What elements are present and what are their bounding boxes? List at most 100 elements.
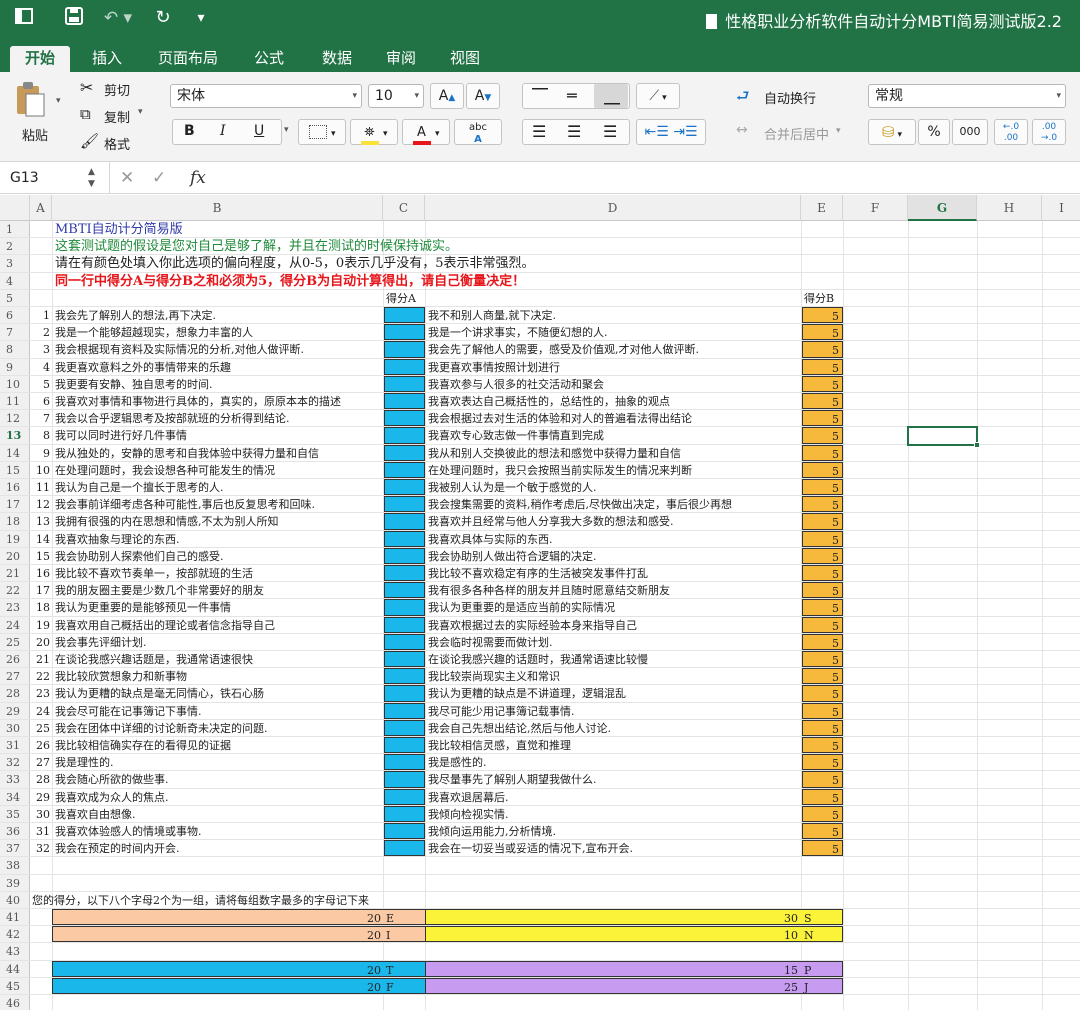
score-a-input[interactable]: [384, 341, 425, 358]
row-header[interactable]: 8: [0, 341, 30, 358]
paste-button[interactable]: 粘贴: [22, 125, 48, 144]
score-a-input[interactable]: [384, 393, 425, 410]
statement-b[interactable]: 我从和别人交换彼此的想法和感觉中获得力量和自信: [428, 445, 800, 461]
align-center-icon[interactable]: ☰: [567, 122, 581, 141]
score-a-input[interactable]: [384, 702, 425, 719]
fill-color-button[interactable]: ⛯ ▾: [350, 119, 398, 145]
result-left-value[interactable]: 20: [52, 977, 384, 994]
statement-a[interactable]: 在谈论我感兴趣话题是，我通常语速很快: [55, 651, 382, 667]
score-b-cell[interactable]: 5: [802, 616, 843, 633]
borders-button[interactable]: ▾: [298, 119, 346, 145]
statement-b[interactable]: 我更喜欢事情按照计划进行: [428, 359, 800, 375]
score-b-cell[interactable]: 5: [802, 823, 843, 840]
statement-b[interactable]: 我认为更糟的缺点是不讲道理，逻辑混乱: [428, 685, 800, 701]
statement-b[interactable]: 我有很多各种各样的朋友并且随时愿意结交新朋友: [428, 582, 800, 598]
row-header[interactable]: 17: [0, 496, 30, 513]
statement-b[interactable]: 我尽可能少用记事簿记载事情.: [428, 703, 800, 719]
row-header[interactable]: 20: [0, 547, 30, 564]
statement-b[interactable]: 我会协助别人做出符合逻辑的决定.: [428, 548, 800, 564]
row-header[interactable]: 25: [0, 633, 30, 650]
row-header[interactable]: 23: [0, 599, 30, 616]
align-right-icon[interactable]: ☰: [603, 122, 617, 141]
statement-a[interactable]: 我喜欢对事情和事物进行具体的，真实的，原原本本的描述: [55, 393, 382, 409]
result-right-letter[interactable]: S: [801, 909, 843, 926]
statement-b[interactable]: 我会临时视需要而做计划.: [428, 634, 800, 650]
score-b-cell[interactable]: 5: [802, 565, 843, 582]
statement-a[interactable]: 我会事前详细考虑各种可能性,事后也反复思考和回味.: [55, 496, 382, 512]
font-color-button[interactable]: A ▾: [402, 119, 450, 145]
score-b-cell[interactable]: 5: [802, 393, 843, 410]
tab-0[interactable]: 开始: [10, 46, 70, 72]
score-a-input[interactable]: [384, 444, 425, 461]
statement-a[interactable]: 我喜欢抽象与理论的东西.: [55, 531, 382, 547]
statement-a[interactable]: 我会在团体中详细的讨论新奇未决定的问题.: [55, 720, 382, 736]
statement-a[interactable]: 我拥有很强的内在思想和情感,不太为别人所知: [55, 513, 382, 529]
score-a-header[interactable]: 得分A: [386, 290, 426, 306]
row-header[interactable]: 29: [0, 702, 30, 719]
statement-a[interactable]: 我会根据现有资料及实际情况的分析,对他人做评断.: [55, 341, 382, 357]
column-header-c[interactable]: C: [383, 195, 425, 221]
tab-2[interactable]: 页面布局: [144, 46, 232, 72]
score-a-input[interactable]: [384, 719, 425, 736]
statement-a[interactable]: 我可以同时进行好几件事情: [55, 427, 382, 443]
font-size-dropdown-icon[interactable]: ▾: [414, 85, 419, 107]
score-b-cell[interactable]: 5: [802, 479, 843, 496]
statement-b[interactable]: 我喜欢根据过去的实际经验本身来指导自己: [428, 617, 800, 633]
cancel-formula-icon[interactable]: ✕: [120, 162, 134, 194]
statement-b[interactable]: 我倾向检视实情.: [428, 806, 800, 822]
number-format-select[interactable]: 常规 ▾: [868, 84, 1066, 108]
score-a-input[interactable]: [384, 496, 425, 513]
row-header[interactable]: 40: [0, 891, 30, 908]
number-format-dropdown-icon[interactable]: ▾: [1056, 85, 1061, 107]
result-right-letter[interactable]: P: [801, 960, 843, 977]
row-header[interactable]: 39: [0, 874, 30, 891]
instruction-sum-rule[interactable]: 同一行中得分A与得分B之和必须为5，得分B为自动计算得出，请自己衡量决定！: [55, 273, 815, 289]
statement-a[interactable]: 我会尽可能在记事簿记下事情.: [55, 703, 382, 719]
score-b-cell[interactable]: 5: [802, 307, 843, 324]
phonetic-button[interactable]: abc A: [454, 119, 502, 145]
statement-b[interactable]: 我比较不喜欢稳定有序的生活被突发事件打乱: [428, 565, 800, 581]
result-left-value[interactable]: 20: [52, 926, 384, 943]
score-b-cell[interactable]: 5: [802, 633, 843, 650]
statement-b[interactable]: 我不和别人商量,就下决定.: [428, 307, 800, 323]
percent-button[interactable]: %: [918, 119, 950, 145]
row-header[interactable]: 10: [0, 375, 30, 392]
score-b-cell[interactable]: 5: [802, 358, 843, 375]
score-b-cell[interactable]: 5: [802, 410, 843, 427]
statement-a[interactable]: 我喜欢成为众人的焦点.: [55, 789, 382, 805]
statement-a[interactable]: 我是理性的.: [55, 754, 382, 770]
increase-decimal-button[interactable]: ←.0.00: [994, 119, 1028, 145]
score-a-input[interactable]: [384, 307, 425, 324]
row-header[interactable]: 12: [0, 410, 30, 427]
statement-a[interactable]: 我更要有安静、独自思考的时间.: [55, 376, 382, 392]
statement-a[interactable]: 我会先了解别人的想法,再下决定.: [55, 307, 382, 323]
statement-b[interactable]: 我会在一切妥当或妥适的情况下,宣布开会.: [428, 840, 800, 856]
align-middle-icon[interactable]: ═: [567, 86, 577, 105]
statement-b[interactable]: 我倾向运用能力,分析情境.: [428, 823, 800, 839]
score-a-input[interactable]: [384, 737, 425, 754]
fill-handle[interactable]: [974, 441, 980, 448]
score-a-input[interactable]: [384, 410, 425, 427]
tab-5[interactable]: 审阅: [372, 46, 430, 72]
name-box[interactable]: G13 ▲ ▼: [0, 162, 110, 194]
row-header[interactable]: 33: [0, 771, 30, 788]
instruction-scale[interactable]: 请在有颜色处填入你此选项的偏向程度，从0-5，0表示几乎没有，5表示非常强烈。: [55, 255, 815, 271]
row-header[interactable]: 36: [0, 823, 30, 840]
statement-b[interactable]: 我尽量事先了解别人期望我做什么.: [428, 771, 800, 787]
formula-input[interactable]: [218, 162, 1078, 194]
statement-b[interactable]: 我会先了解他人的需要，感受及价值观,才对他人做评断.: [428, 341, 800, 357]
cut-button[interactable]: 剪切: [104, 80, 130, 99]
statement-a[interactable]: 我会协助别人探索他们自己的感受.: [55, 548, 382, 564]
align-bottom-button[interactable]: ⎽: [594, 84, 628, 108]
row-header[interactable]: 18: [0, 513, 30, 530]
sheet-title[interactable]: MBTI自动计分简易版: [55, 221, 755, 237]
score-b-cell[interactable]: 5: [802, 788, 843, 805]
row-header[interactable]: 21: [0, 565, 30, 582]
statement-a[interactable]: 我更喜欢意料之外的事情带来的乐趣: [55, 359, 382, 375]
increase-indent-icon[interactable]: ⇥☰: [673, 124, 697, 140]
column-header-g[interactable]: G: [908, 195, 977, 221]
score-a-input[interactable]: [384, 358, 425, 375]
name-box-stepper-icon[interactable]: ▲ ▼: [88, 161, 95, 190]
insert-function-button[interactable]: fx: [190, 162, 206, 194]
scissors-icon[interactable]: ✂: [80, 78, 93, 97]
